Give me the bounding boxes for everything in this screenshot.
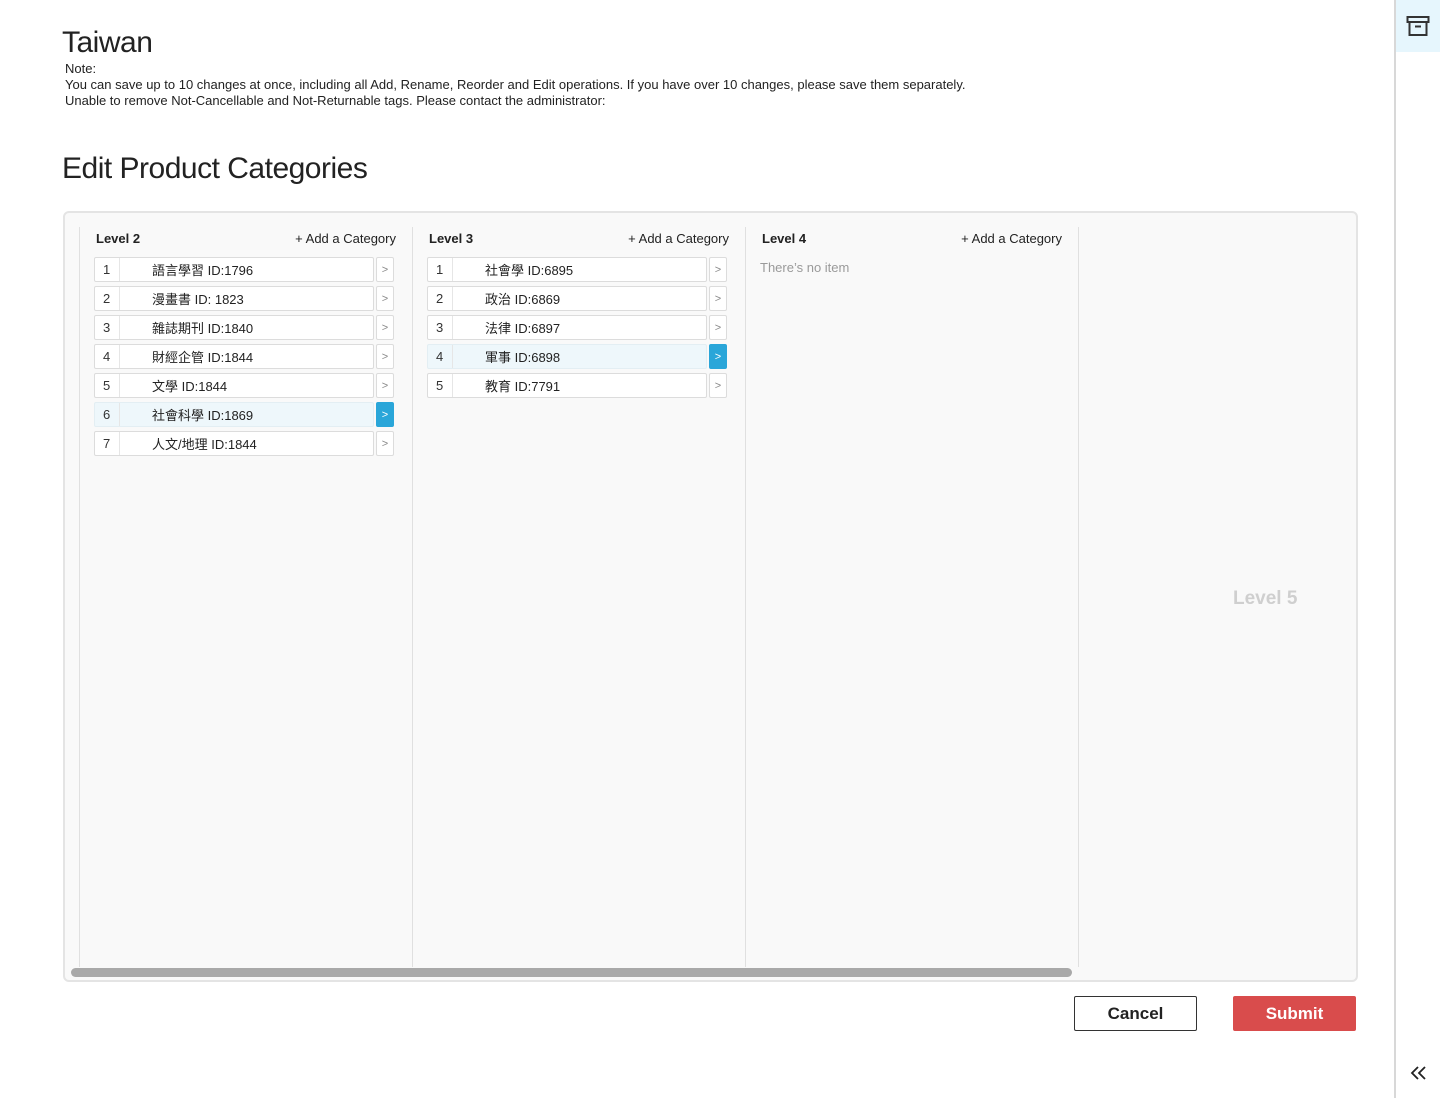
category-row[interactable]: 5 文學 ID:1844 > xyxy=(94,373,394,398)
horizontal-scrollbar[interactable] xyxy=(71,968,1072,977)
level-3-list: 1 社會學 ID:6895 >2 政治 ID:6869 >3 法律 ID:6897 >4 軍事… xyxy=(427,257,727,402)
category-row[interactable]: 4 財經企管 ID:1844 > xyxy=(94,344,394,369)
right-rail xyxy=(1394,0,1440,1098)
category-row-number: 5 xyxy=(428,374,453,397)
category-row-box[interactable]: 5 文學 ID:1844 xyxy=(94,373,374,398)
category-row-number: 3 xyxy=(428,316,453,339)
category-row-number: 1 xyxy=(95,258,120,281)
chevron-right-icon[interactable]: > xyxy=(376,315,394,340)
category-row-box[interactable]: 5 教育 ID:7791 xyxy=(427,373,707,398)
note-heading: Note: xyxy=(65,61,97,76)
category-row-label: 社會學 ID:6895 xyxy=(485,263,574,278)
collapse-panel-button[interactable] xyxy=(1406,1060,1432,1086)
rail-archive-button[interactable] xyxy=(1396,0,1440,52)
note-block: Note: You can save up to 10 changes at o… xyxy=(65,61,965,109)
level-4-empty-message: There’s no item xyxy=(760,260,850,275)
category-row-label: 文學 ID:1844 xyxy=(152,379,228,394)
category-row[interactable]: 7 人文/地理 ID:1844 > xyxy=(94,431,394,456)
chevron-right-icon[interactable]: > xyxy=(709,373,727,398)
double-chevron-left-icon xyxy=(1410,1066,1426,1080)
category-row-box[interactable]: 7 人文/地理 ID:1844 xyxy=(94,431,374,456)
level-3-header: Level 3 + Add a Category xyxy=(429,229,729,249)
level-4-column: Level 4 + Add a Category There’s no item xyxy=(745,227,1078,967)
category-row-label: 教育 ID:7791 xyxy=(485,379,561,394)
category-row[interactable]: 6 社會科學 ID:1869 > xyxy=(94,402,394,427)
chevron-right-icon[interactable]: > xyxy=(376,402,394,427)
level-3-add-category-link[interactable]: + Add a Category xyxy=(628,231,729,246)
level-5-column xyxy=(1078,227,1356,967)
category-row-label: 語言學習 ID:1796 xyxy=(152,263,254,278)
category-row-number: 2 xyxy=(428,287,453,310)
category-row[interactable]: 5 教育 ID:7791 > xyxy=(427,373,727,398)
category-board: Level 2 + Add a Category 1 語言學習 ID:1796 >2… xyxy=(63,211,1358,982)
category-row-number: 4 xyxy=(95,345,120,368)
category-row-label: 人文/地理 ID:1844 xyxy=(152,437,257,452)
category-row-box[interactable]: 3 雜誌期刊 ID:1840 xyxy=(94,315,374,340)
category-row-box[interactable]: 4 軍事 ID:6898 xyxy=(427,344,707,369)
level-5-placeholder: Level 5 xyxy=(1233,588,1298,609)
category-row-label: 財經企管 ID:1844 xyxy=(152,350,254,365)
category-row-box[interactable]: 4 財經企管 ID:1844 xyxy=(94,344,374,369)
level-2-header: Level 2 + Add a Category xyxy=(96,229,396,249)
category-row-box[interactable]: 1 語言學習 ID:1796 xyxy=(94,257,374,282)
category-row[interactable]: 3 雜誌期刊 ID:1840 > xyxy=(94,315,394,340)
category-row-number: 4 xyxy=(428,345,453,368)
note-line-tags: Unable to remove Not-Cancellable and Not… xyxy=(65,93,606,108)
category-row-label: 軍事 ID:6898 xyxy=(485,350,561,365)
category-row[interactable]: 2 漫畫書 ID: 1823 > xyxy=(94,286,394,311)
category-row[interactable]: 2 政治 ID:6869 > xyxy=(427,286,727,311)
cancel-button[interactable]: Cancel xyxy=(1074,996,1197,1031)
category-row-box[interactable]: 6 社會科學 ID:1869 xyxy=(94,402,374,427)
category-row-number: 2 xyxy=(95,287,120,310)
category-row-label: 雜誌期刊 ID:1840 xyxy=(152,321,254,336)
category-row-label: 法律 ID:6897 xyxy=(485,321,561,336)
chevron-right-icon[interactable]: > xyxy=(376,286,394,311)
category-row[interactable]: 4 軍事 ID:6898 > xyxy=(427,344,727,369)
category-row-box[interactable]: 2 漫畫書 ID: 1823 xyxy=(94,286,374,311)
category-row-label: 漫畫書 ID: 1823 xyxy=(152,292,244,307)
note-line-save-limit: You can save up to 10 changes at once, i… xyxy=(65,77,966,92)
category-row[interactable]: 1 語言學習 ID:1796 > xyxy=(94,257,394,282)
section-title: Edit Product Categories xyxy=(62,152,368,185)
category-row[interactable]: 1 社會學 ID:6895 > xyxy=(427,257,727,282)
chevron-right-icon[interactable]: > xyxy=(709,286,727,311)
page-title: Taiwan xyxy=(62,26,153,59)
level-4-title: Level 4 xyxy=(762,231,807,246)
chevron-right-icon[interactable]: > xyxy=(709,257,727,282)
chevron-right-icon[interactable]: > xyxy=(709,344,727,369)
category-row-box[interactable]: 2 政治 ID:6869 xyxy=(427,286,707,311)
category-row-number: 3 xyxy=(95,316,120,339)
category-row-label: 社會科學 ID:1869 xyxy=(152,408,254,423)
category-row-number: 5 xyxy=(95,374,120,397)
submit-button[interactable]: Submit xyxy=(1233,996,1356,1031)
level-2-column: Level 2 + Add a Category 1 語言學習 ID:1796 >2… xyxy=(79,227,412,967)
main-content: Taiwan Note: You can save up to 10 chang… xyxy=(0,0,1394,1098)
level-3-title: Level 3 xyxy=(429,231,474,246)
category-row-box[interactable]: 1 社會學 ID:6895 xyxy=(427,257,707,282)
level-3-column: Level 3 + Add a Category 1 社會學 ID:6895 >2 政… xyxy=(412,227,745,967)
chevron-right-icon[interactable]: > xyxy=(709,315,727,340)
chevron-right-icon[interactable]: > xyxy=(376,257,394,282)
category-row-number: 7 xyxy=(95,432,120,455)
chevron-right-icon[interactable]: > xyxy=(376,344,394,369)
chevron-right-icon[interactable]: > xyxy=(376,431,394,456)
category-row-label: 政治 ID:6869 xyxy=(485,292,561,307)
level-4-header: Level 4 + Add a Category xyxy=(762,229,1062,249)
archive-icon xyxy=(1406,16,1430,36)
chevron-right-icon[interactable]: > xyxy=(376,373,394,398)
level-2-add-category-link[interactable]: + Add a Category xyxy=(295,231,396,246)
level-2-list: 1 語言學習 ID:1796 >2 漫畫書 ID: 1823 >3 雜誌期刊 ID:184… xyxy=(94,257,394,460)
category-row-number: 1 xyxy=(428,258,453,281)
level-4-add-category-link[interactable]: + Add a Category xyxy=(961,231,1062,246)
category-row[interactable]: 3 法律 ID:6897 > xyxy=(427,315,727,340)
category-row-number: 6 xyxy=(95,403,120,426)
level-2-title: Level 2 xyxy=(96,231,141,246)
category-row-box[interactable]: 3 法律 ID:6897 xyxy=(427,315,707,340)
